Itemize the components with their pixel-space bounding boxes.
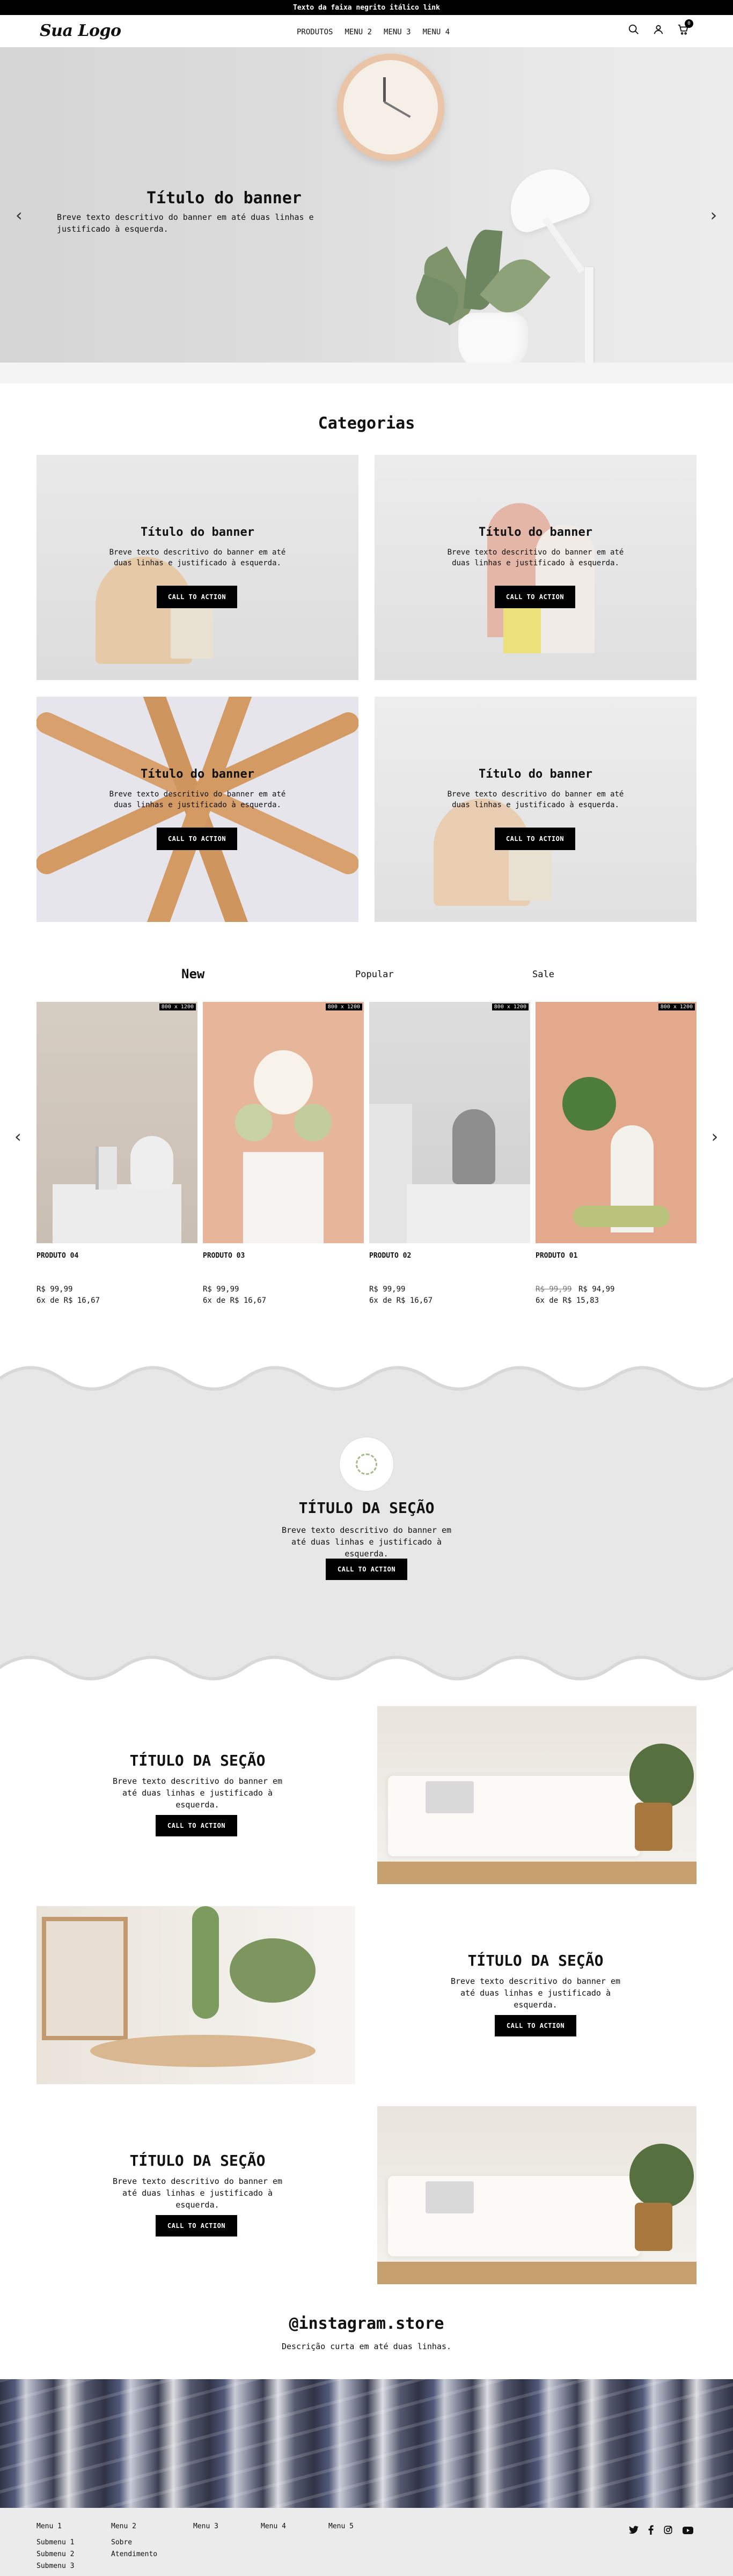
category-cta-button[interactable]: CALL TO ACTION (157, 828, 237, 850)
main-nav: PRODUTOS MENU 2 MENU 3 MENU 4 (297, 28, 450, 36)
category-description: Breve texto descritivo do banner em até … (109, 790, 286, 809)
product-card[interactable]: 800 x 1200 (36, 1002, 197, 1243)
nav-item-produtos[interactable]: PRODUTOS (297, 28, 333, 36)
feature-description: Breve texto descritivo do banner em até … (112, 1776, 283, 1810)
footer-link[interactable]: Submenu 3 (36, 2560, 74, 2572)
feature-description: Breve texto descritivo do banner em até … (112, 2176, 283, 2210)
feature-cta-button[interactable]: CALL TO ACTION (156, 1815, 237, 1836)
announcement-text[interactable]: Texto da faixa negrito itálico link (293, 4, 440, 12)
user-icon[interactable] (653, 24, 664, 38)
instagram-handle[interactable]: @instagram.store (0, 2314, 733, 2333)
product-image-size-badge: 800 x 1200 (159, 1003, 196, 1010)
hero-next-arrow[interactable]: › (708, 205, 719, 225)
feature-title: TÍTULO DA SEÇÃO (129, 1752, 266, 1769)
social-links (629, 2525, 693, 2537)
twitter-icon[interactable] (629, 2526, 639, 2536)
site-footer (0, 2508, 733, 2576)
category-title: Título do banner (141, 526, 254, 539)
feature-image-living-room (377, 1706, 697, 1884)
instagram-feed-strip[interactable] (0, 2379, 733, 2508)
product-image-size-badge: 800 x 1200 (325, 1003, 362, 1010)
logo[interactable]: Sua Logo (40, 21, 121, 40)
cart-count-badge: 0 (685, 19, 693, 28)
clock-image (337, 54, 444, 161)
category-title: Título do banner (141, 767, 254, 781)
hero-prev-arrow[interactable]: ‹ (14, 205, 24, 225)
product-price: R$ 99,99 (36, 1285, 73, 1294)
highlight-cta-button[interactable]: CALL TO ACTION (326, 1559, 407, 1580)
feature-title: TÍTULO DA SEÇÃO (129, 2152, 266, 2169)
feature-description: Breve texto descritivo do banner em até … (450, 1976, 621, 2010)
product-installments: 6x de R$ 16,67 (36, 1296, 100, 1305)
product-old-price: R$ 99,99 (536, 1285, 572, 1294)
tab-popular[interactable]: Popular (355, 969, 394, 980)
category-description: Breve texto descritivo do banner em até … (447, 548, 624, 567)
category-title: Título do banner (479, 526, 592, 539)
instagram-description: Descrição curta em até duas linhas. (281, 2342, 452, 2351)
nav-item-menu-2[interactable]: MENU 2 (344, 28, 372, 36)
product-card[interactable]: 800 x 1200 (369, 1002, 530, 1243)
product-name[interactable]: PRODUTO 01 (536, 1252, 577, 1260)
category-card[interactable]: Título do banner Breve texto descritivo … (375, 697, 697, 922)
feature-image-dining-room (36, 1906, 355, 2084)
category-card[interactable]: Título do banner Breve texto descritivo … (36, 455, 358, 680)
category-title: Título do banner (479, 767, 592, 781)
category-card[interactable]: Título do banner Breve texto descritivo … (36, 697, 358, 922)
product-installments: 6x de R$ 16,67 (203, 1296, 267, 1305)
product-card[interactable]: 800 x 1200 (203, 1002, 364, 1243)
footer-menu-1: Menu 1 Submenu 1 Submenu 2 Submenu 3 (36, 2521, 74, 2572)
product-price: R$ 99,99 (369, 1285, 406, 1294)
products-next-arrow[interactable]: › (709, 1126, 720, 1147)
tab-sale[interactable]: Sale (532, 969, 554, 980)
footer-menu-title[interactable]: Menu 3 (193, 2521, 218, 2533)
category-cta-button[interactable]: CALL TO ACTION (495, 828, 575, 850)
feature-cta-button[interactable]: CALL TO ACTION (495, 2015, 576, 2036)
footer-menu-2: Menu 2 Sobre Atendimento (111, 2521, 157, 2560)
product-image-size-badge: 800 x 1200 (492, 1003, 529, 1010)
feature-title: TÍTULO DA SEÇÃO (467, 1952, 604, 1969)
product-installments: 6x de R$ 16,67 (369, 1296, 433, 1305)
feature-image-living-room (377, 2106, 697, 2284)
highlight-title: TÍTULO DA SEÇÃO (298, 1499, 435, 1517)
category-description: Breve texto descritivo do banner em até … (109, 548, 286, 567)
footer-menu-title[interactable]: Menu 4 (261, 2521, 286, 2533)
youtube-icon[interactable] (683, 2526, 693, 2536)
nav-item-menu-3[interactable]: MENU 3 (384, 28, 411, 36)
instagram-icon[interactable] (663, 2525, 673, 2537)
category-card[interactable]: Título do banner Breve texto descritivo … (375, 455, 697, 680)
footer-link[interactable]: Submenu 2 (36, 2549, 74, 2560)
category-cta-button[interactable]: CALL TO ACTION (157, 586, 237, 608)
products-prev-arrow[interactable]: ‹ (13, 1126, 23, 1147)
hero-title: Título do banner (146, 189, 302, 208)
categories-title: Categorias (318, 414, 415, 433)
footer-menu-title[interactable]: Menu 5 (328, 2521, 354, 2533)
footer-link[interactable]: Submenu 1 (36, 2537, 74, 2549)
product-price: R$ 94,99 (578, 1285, 615, 1294)
category-description: Breve texto descritivo do banner em até … (447, 790, 624, 809)
product-name[interactable]: PRODUTO 02 (369, 1252, 411, 1260)
header-icons: 0 (628, 19, 693, 38)
product-name[interactable]: PRODUTO 04 (36, 1252, 78, 1260)
feature-cta-button[interactable]: CALL TO ACTION (156, 2215, 237, 2237)
product-installments: 6x de R$ 15,83 (536, 1296, 599, 1305)
search-icon[interactable] (628, 24, 640, 38)
cart-icon[interactable]: 0 (677, 19, 693, 38)
wave-section-background (0, 1366, 733, 1680)
footer-link[interactable]: Sobre (111, 2537, 157, 2549)
section-emblem-image (340, 1437, 393, 1491)
nav-item-menu-4[interactable]: MENU 4 (423, 28, 450, 36)
product-card[interactable]: 800 x 1200 (536, 1002, 697, 1243)
footer-menu-title[interactable]: Menu 2 (111, 2521, 157, 2533)
hero-description: Breve texto descritivo do banner em até … (57, 212, 314, 234)
highlight-description: Breve texto descritivo do banner em até … (281, 1525, 452, 1559)
product-image-size-badge: 800 x 1200 (658, 1003, 695, 1010)
facebook-icon[interactable] (648, 2525, 654, 2537)
product-name[interactable]: PRODUTO 03 (203, 1252, 245, 1260)
footer-menu-title[interactable]: Menu 1 (36, 2521, 74, 2533)
announcement-bar[interactable]: Texto da faixa negrito itálico link (0, 0, 733, 15)
product-price: R$ 99,99 (203, 1285, 239, 1294)
footer-link[interactable]: Atendimento (111, 2549, 157, 2560)
tab-new[interactable]: New (181, 966, 204, 981)
category-cta-button[interactable]: CALL TO ACTION (495, 586, 575, 608)
